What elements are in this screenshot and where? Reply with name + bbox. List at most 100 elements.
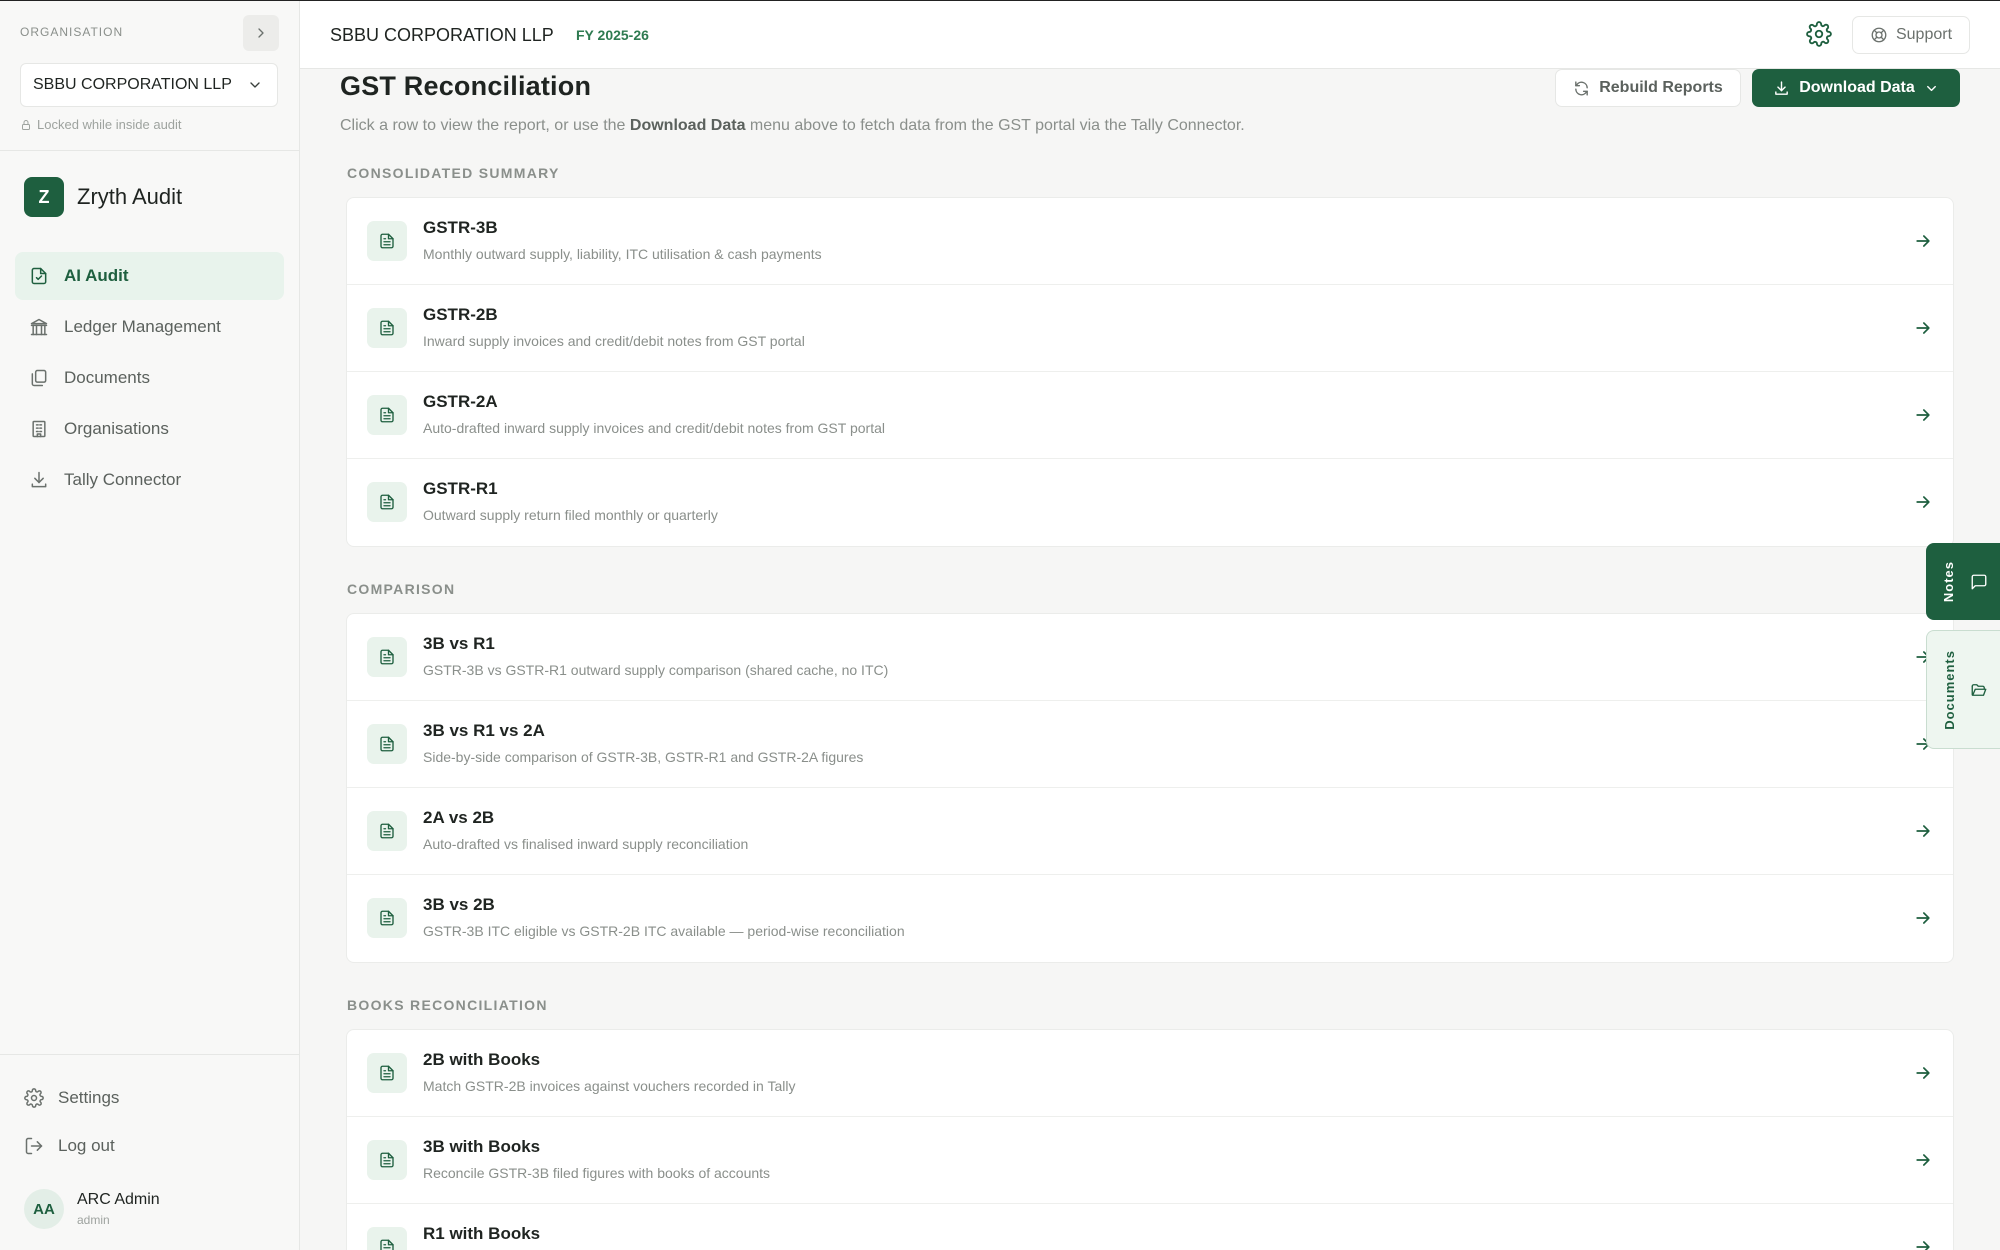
support-button[interactable]: Support — [1852, 16, 1970, 54]
report-row-3b-with-books[interactable]: 3B with Books Reconcile GSTR-3B filed fi… — [347, 1117, 1953, 1204]
report-row-gstr-r1[interactable]: GSTR-R1 Outward supply return filed mont… — [347, 459, 1953, 546]
report-row-3b-vs-r1[interactable]: 3B vs R1 GSTR-3B vs GSTR-R1 outward supp… — [347, 614, 1953, 701]
report-title: GSTR-3B — [423, 218, 498, 237]
documents-icon — [31, 369, 47, 387]
report-description: Monthly outward supply, liability, ITC u… — [423, 246, 822, 262]
chevron-down-icon — [250, 82, 260, 88]
report-title: GSTR-R1 — [423, 479, 498, 498]
locked-note: Locked while inside audit — [20, 117, 182, 132]
arrow-right-icon — [1916, 1241, 1930, 1250]
sidebar-item-ledger-management[interactable]: Ledger Management — [15, 303, 284, 351]
report-file-icon — [367, 221, 407, 261]
settings-label: Settings — [58, 1088, 120, 1107]
report-description: Reconcile GSTR-3B filed figures with boo… — [423, 1165, 771, 1181]
arrow-right-icon — [1916, 409, 1930, 421]
report-description: Inward supply invoices and credit/debit … — [423, 333, 805, 349]
documents-tab[interactable]: Documents — [1926, 630, 2000, 749]
report-title: GSTR-2A — [423, 392, 498, 411]
report-description: GSTR-3B ITC eligible vs GSTR-2B ITC avai… — [423, 923, 905, 939]
organisation-label: ORGANISATION — [20, 25, 124, 39]
arrow-right-icon — [1916, 496, 1930, 508]
report-description: Match GSTR-2B invoices against vouchers … — [423, 1078, 796, 1094]
report-row-gstr-2b[interactable]: GSTR-2B Inward supply invoices and credi… — [347, 285, 1953, 372]
report-title: GSTR-2B — [423, 305, 498, 324]
sidebar-item-tally-connector[interactable]: Tally Connector — [15, 456, 284, 504]
bank-icon — [30, 318, 48, 336]
subtitle-text: menu above to fetch data from the GST po… — [745, 117, 1245, 134]
sidebar-item-ai-audit[interactable]: AI Audit — [15, 252, 284, 300]
report-row-gstr-3b[interactable]: GSTR-3B Monthly outward supply, liabilit… — [347, 198, 1953, 285]
subtitle-text: Click a row to view the report, or use t… — [340, 117, 630, 134]
report-file-icon — [367, 482, 407, 522]
report-row-2a-vs-2b[interactable]: 2A vs 2B Auto-drafted vs finalised inwar… — [347, 788, 1953, 875]
chevron-down-icon — [1926, 85, 1936, 91]
sidebar-item-label: Documents — [64, 368, 150, 387]
lifebuoy-icon — [1871, 27, 1887, 43]
report-description: Side-by-side comparison of GSTR-3B, GSTR… — [423, 749, 864, 765]
brand-name: Zryth Audit — [77, 184, 183, 209]
sidebar-item-label: Organisations — [64, 419, 169, 438]
arrow-right-icon — [1916, 322, 1930, 334]
sidebar-item-label: AI Audit — [64, 266, 129, 285]
sidebar-item-organisations[interactable]: Organisations — [15, 405, 284, 453]
header-org-name: SBBU CORPORATION LLP — [330, 25, 554, 45]
arrow-right-icon — [1916, 1067, 1930, 1079]
header-settings-button[interactable] — [1806, 21, 1832, 47]
arrow-right-icon — [1916, 1154, 1930, 1166]
brand: Z Zryth Audit — [24, 177, 182, 217]
report-title: 2B with Books — [423, 1050, 541, 1069]
report-file-icon — [367, 395, 407, 435]
sidebar-item-documents[interactable]: Documents — [15, 354, 284, 402]
building-icon — [32, 420, 46, 438]
sidebar-bottom-links: Settings Log out — [24, 1083, 119, 1179]
section-label-comparison: COMPARISON — [347, 581, 456, 597]
chevron-right-icon — [258, 28, 264, 38]
section-label-consolidated-summary: CONSOLIDATED SUMMARY — [347, 165, 560, 181]
sidebar: ORGANISATION SBBU CORPORATION LLP Locked… — [0, 1, 300, 1250]
report-title: 3B with Books — [423, 1137, 541, 1156]
report-row-r1-with-books[interactable]: R1 with Books — [347, 1204, 1953, 1250]
rebuild-reports-button[interactable]: Rebuild Reports — [1555, 69, 1741, 107]
organisation-select-value: SBBU CORPORATION LLP — [33, 76, 232, 93]
download-data-button[interactable]: Download Data — [1752, 69, 1960, 107]
report-file-icon — [367, 1053, 407, 1093]
report-row-3b-vs-r1-vs-2a[interactable]: 3B vs R1 vs 2A Side-by-side comparison o… — [347, 701, 1953, 788]
report-file-icon — [367, 898, 407, 938]
report-description: Outward supply return filed monthly or q… — [423, 507, 718, 523]
report-title: 2A vs 2B — [423, 808, 495, 827]
report-description: Auto-drafted inward supply invoices and … — [423, 420, 885, 436]
brand-logo: Z — [24, 177, 64, 217]
report-row-gstr-2a[interactable]: GSTR-2A Auto-drafted inward supply invoi… — [347, 372, 1953, 459]
logout-icon — [25, 1137, 43, 1155]
organisation-select[interactable]: SBBU CORPORATION LLP — [20, 63, 278, 107]
sidebar-collapse-button[interactable] — [243, 15, 279, 51]
fiscal-year-badge: FY 2025-26 — [576, 27, 649, 43]
report-file-icon — [367, 1140, 407, 1180]
refresh-icon — [1575, 80, 1589, 96]
documents-tab-label: Documents — [1942, 649, 1957, 730]
report-row-2b-with-books[interactable]: 2B with Books Match GSTR-2B invoices aga… — [347, 1030, 1953, 1117]
download-data-label: Download Data — [1799, 79, 1915, 96]
notes-tab[interactable]: Notes — [1926, 543, 2000, 620]
report-row-3b-vs-2b[interactable]: 3B vs 2B GSTR-3B ITC eligible vs GSTR-2B… — [347, 875, 1953, 962]
folder-open-icon — [1971, 683, 1987, 696]
report-file-icon — [367, 811, 407, 851]
avatar: AA — [24, 1189, 64, 1229]
report-title: 3B vs R1 vs 2A — [423, 721, 545, 740]
report-description: Auto-drafted vs finalised inward supply … — [423, 836, 749, 852]
top-header: SBBU CORPORATION LLP FY 2025-26 Support — [300, 1, 2000, 69]
report-description: GSTR-3B vs GSTR-R1 outward supply compar… — [423, 662, 889, 678]
rebuild-reports-label: Rebuild Reports — [1599, 79, 1723, 96]
report-file-icon — [367, 637, 407, 677]
settings-link[interactable]: Settings — [24, 1083, 119, 1113]
user-profile[interactable]: AA ARC Admin admin — [24, 1189, 160, 1229]
report-title: 3B vs 2B — [423, 895, 495, 914]
logout-link[interactable]: Log out — [24, 1131, 119, 1161]
report-title: 3B vs R1 — [423, 634, 495, 653]
user-name: ARC Admin — [77, 1191, 160, 1208]
consolidated-summary-card: GSTR-3B Monthly outward supply, liabilit… — [346, 197, 1954, 547]
subtitle-bold: Download Data — [629, 117, 746, 134]
report-file-icon — [367, 1227, 407, 1250]
lock-icon — [22, 119, 30, 130]
sidebar-item-label: Tally Connector — [64, 470, 182, 489]
